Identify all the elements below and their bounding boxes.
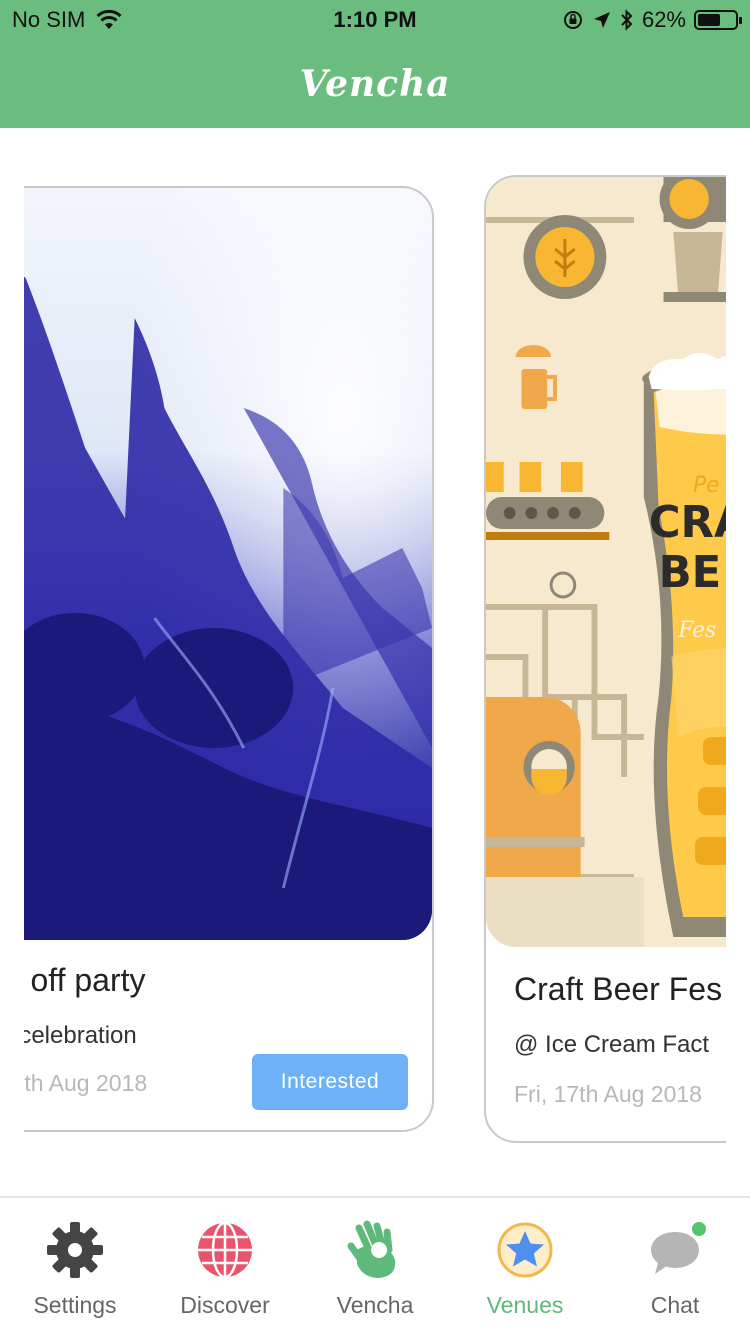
tab-venues[interactable]: Venues — [450, 1198, 600, 1336]
event-title: ee off party — [24, 962, 146, 998]
event-image-party — [24, 188, 432, 940]
bluetooth-icon — [621, 9, 633, 31]
battery-percent: 62% — [641, 7, 686, 32]
craft-beer-poster-image: Pe CRA BE Fes — [486, 177, 726, 947]
tab-chat[interactable]: Chat — [600, 1198, 750, 1336]
event-card-party[interactable]: ee off party rty celebration , 17th Aug … — [24, 186, 434, 1132]
battery-fill — [698, 14, 721, 26]
event-title: Craft Beer Fes — [514, 971, 723, 1007]
location-arrow-icon — [593, 12, 610, 28]
interested-button[interactable]: Interested — [252, 1054, 408, 1110]
tab-vencha[interactable]: Vencha — [300, 1198, 450, 1336]
status-bar: No SIM 1:10 PM 62% — [0, 0, 750, 40]
globe-icon — [198, 1221, 252, 1279]
orientation-lock-icon — [563, 11, 582, 29]
poster-text-2: CRA — [649, 497, 726, 548]
star-icon — [497, 1222, 553, 1278]
tab-label-venues: Venues — [486, 1292, 564, 1318]
poster-text-4: Fes — [677, 618, 716, 643]
poster-text-1: Pe — [693, 473, 719, 498]
concert-crowd-image — [24, 188, 432, 940]
event-card-craft-beer[interactable]: Pe CRA BE Fes Craft Beer Fes @ Ice Cream… — [484, 175, 726, 1143]
tab-label-vencha: Vencha — [336, 1292, 414, 1318]
tab-label-settings: Settings — [33, 1292, 117, 1318]
event-venue: rty celebration — [24, 1022, 137, 1049]
chat-notification-dot — [692, 1222, 706, 1236]
gear-icon — [47, 1222, 103, 1278]
status-right: 62% — [562, 7, 742, 33]
app-title: Vencha — [299, 63, 451, 105]
poster-text-3: BE — [659, 547, 722, 598]
tab-settings[interactable]: Settings — [0, 1198, 150, 1336]
tab-bar: Settings Discover Vencha Venues Chat — [0, 1196, 750, 1336]
battery-icon — [694, 10, 742, 30]
event-date: , 17th Aug 2018 — [24, 1070, 148, 1096]
tab-discover[interactable]: Discover — [150, 1198, 300, 1336]
tab-label-chat: Chat — [650, 1292, 700, 1318]
event-venue: @ Ice Cream Fact — [514, 1031, 710, 1058]
event-image-craft-beer: Pe CRA BE Fes — [486, 177, 726, 947]
app-header: Vencha — [0, 40, 750, 128]
event-date: Fri, 17th Aug 2018 — [514, 1081, 702, 1107]
event-carousel[interactable]: ee off party rty celebration , 17th Aug … — [24, 128, 726, 1196]
hand-pin-icon — [347, 1220, 396, 1278]
tab-label-discover: Discover — [180, 1292, 270, 1318]
